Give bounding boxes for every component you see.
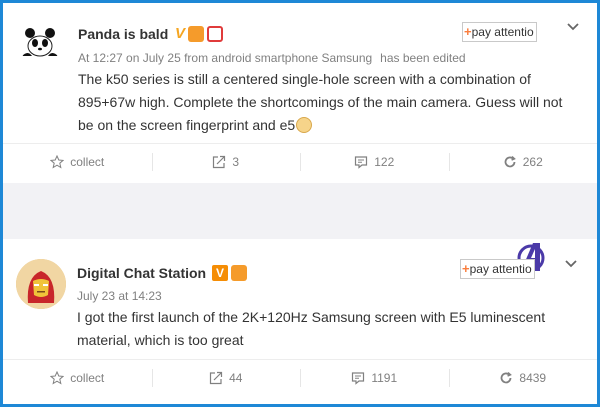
member-badge-icon — [231, 265, 247, 281]
follow-label: pay attentio — [471, 25, 534, 39]
follow-button[interactable]: +pay attentio — [460, 259, 535, 279]
repost-count: 44 — [229, 371, 243, 385]
share-icon — [213, 155, 226, 169]
post-text: The k50 series is still a centered singl… — [78, 71, 563, 133]
user-badges: V — [212, 265, 247, 281]
doge-emoji-icon — [296, 117, 313, 133]
avatar[interactable] — [18, 20, 62, 64]
post-meta: At 12:27 on July 25 from android smartph… — [78, 51, 466, 65]
comment-button[interactable]: 1191 — [300, 360, 449, 396]
like-count: 8439 — [519, 371, 547, 385]
post-time[interactable]: July 23 at 14:23 — [77, 289, 162, 303]
collect-button[interactable]: collect — [3, 144, 152, 180]
collect-label: collect — [70, 371, 105, 385]
repost-count: 3 — [232, 155, 240, 169]
chevron-down-icon[interactable] — [564, 257, 578, 271]
verified-v-icon: V — [175, 25, 186, 42]
verified-v-icon: V — [212, 265, 228, 281]
refresh-icon — [501, 371, 513, 384]
user-badges: V — [175, 25, 224, 42]
post-time[interactable]: At 12:27 on July 25 from android smartph… — [78, 51, 372, 65]
post-card: Panda is bald V At 12:27 on July 25 from… — [3, 3, 597, 183]
refresh-icon — [504, 155, 516, 168]
repost-button[interactable]: 44 — [151, 360, 301, 396]
star-icon — [50, 371, 65, 385]
like-count: 262 — [522, 155, 543, 169]
post-content: I got the first launch of the 2K+120Hz S… — [77, 306, 567, 352]
edited-label: has been edited — [380, 51, 466, 65]
plus-icon: + — [462, 261, 470, 276]
post-card: Digital Chat Station V July 23 at 14:23 … — [3, 239, 597, 404]
post-actions: collect 44 1191 8439 — [3, 359, 597, 396]
feed-window: Panda is bald V At 12:27 on July 25 from… — [3, 3, 597, 404]
comment-icon — [355, 156, 368, 169]
comment-icon — [352, 372, 365, 385]
post-meta: July 23 at 14:23 — [77, 289, 162, 303]
username[interactable]: Panda is bald — [78, 26, 168, 42]
post-actions: collect 3 122 262 — [3, 143, 597, 180]
chevron-down-icon[interactable] — [566, 20, 580, 34]
collect-button[interactable]: collect — [3, 360, 152, 396]
like-button[interactable]: 8439 — [448, 360, 598, 396]
member-badge-icon — [188, 26, 205, 42]
star-icon — [50, 155, 65, 169]
avatar[interactable] — [16, 259, 66, 309]
like-button[interactable]: 262 — [448, 144, 598, 180]
comment-count: 1191 — [371, 371, 398, 385]
username[interactable]: Digital Chat Station — [77, 265, 206, 281]
repost-button[interactable]: 3 — [151, 144, 301, 180]
follow-button[interactable]: +pay attentio — [462, 22, 537, 42]
post-text: I got the first launch of the 2K+120Hz S… — [77, 309, 546, 348]
follow-label: pay attentio — [469, 262, 532, 276]
post-content: The k50 series is still a centered singl… — [78, 68, 578, 137]
plus-icon: + — [464, 24, 472, 39]
share-icon — [209, 371, 223, 385]
gift-badge-icon — [207, 26, 224, 42]
collect-label: collect — [70, 155, 105, 169]
comment-button[interactable]: 122 — [300, 144, 449, 180]
comment-count: 122 — [374, 155, 395, 169]
